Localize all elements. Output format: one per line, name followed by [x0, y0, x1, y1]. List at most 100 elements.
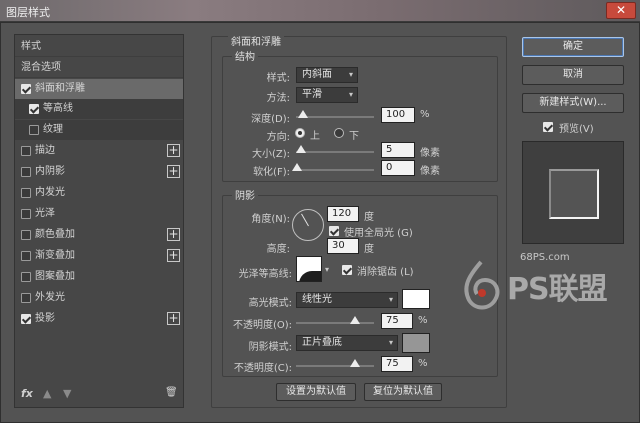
preview-checkbox[interactable] [543, 122, 553, 132]
global-light-checkbox[interactable] [329, 226, 339, 236]
direction-label: 方向: [266, 132, 290, 143]
add-drop-shadow-icon[interactable]: + [167, 312, 180, 325]
bevel-checkbox[interactable] [21, 84, 31, 94]
gradient-overlay-checkbox[interactable] [21, 251, 31, 261]
depth-slider-handle[interactable] [298, 110, 308, 118]
style-item-label: 内发光 [35, 187, 65, 198]
inner-shadow-checkbox[interactable] [21, 167, 31, 177]
style-item-contour[interactable]: 等高线 [15, 99, 183, 119]
satin-checkbox[interactable] [21, 209, 31, 219]
trash-icon[interactable]: 🗑 [165, 387, 178, 398]
cancel-button[interactable]: 取消 [522, 65, 624, 85]
styles-header-label: 样式 [21, 41, 41, 52]
altitude-unit: 度 [364, 244, 374, 255]
add-color-overlay-icon[interactable]: + [167, 228, 180, 241]
add-stroke-icon[interactable]: + [167, 144, 180, 157]
direction-up-radio[interactable] [295, 128, 305, 138]
contour-checkbox[interactable] [29, 104, 39, 114]
style-item-label: 图案叠加 [35, 271, 75, 282]
drop-shadow-checkbox[interactable] [21, 314, 31, 324]
highlight-color-swatch[interactable] [402, 289, 430, 309]
highlight-opacity-input[interactable]: 75 [381, 313, 413, 329]
gloss-contour-dropdown-icon[interactable]: ▾ [325, 265, 329, 274]
blend-options-label: 混合选项 [21, 62, 61, 73]
preview-swatch [549, 169, 599, 219]
style-item-outer-glow[interactable]: 外发光 [15, 288, 183, 308]
soften-slider[interactable] [296, 169, 374, 171]
close-button[interactable]: ✕ [606, 2, 636, 19]
highlight-mode-value: 线性光 [302, 294, 332, 305]
reset-default-button[interactable]: 复位为默认值 [364, 383, 442, 401]
texture-checkbox[interactable] [29, 125, 39, 135]
direction-down-radio[interactable] [334, 128, 344, 138]
altitude-label: 高度: [266, 244, 290, 255]
inner-glow-checkbox[interactable] [21, 188, 31, 198]
style-item-color-overlay[interactable]: 颜色叠加 + [15, 225, 183, 245]
move-down-icon[interactable]: ▼ [63, 387, 71, 400]
gloss-contour-preview[interactable] [296, 256, 322, 282]
soften-input[interactable]: 0 [381, 160, 415, 176]
highlight-mode-select[interactable]: 线性光 ▾ [296, 292, 398, 308]
style-item-stroke[interactable]: 描边 + [15, 141, 183, 161]
style-select[interactable]: 内斜面 ▾ [296, 67, 358, 83]
blend-options-item[interactable]: 混合选项 [15, 58, 183, 78]
styles-header[interactable]: 样式 [15, 37, 183, 57]
style-item-pattern-overlay[interactable]: 图案叠加 [15, 267, 183, 287]
method-value: 平滑 [302, 89, 322, 100]
style-item-drop-shadow[interactable]: 投影 + [15, 309, 183, 329]
shadow-mode-select[interactable]: 正片叠底 ▾ [296, 335, 398, 351]
shadow-opacity-label: 不透明度(C): [233, 363, 292, 374]
method-select[interactable]: 平滑 ▾ [296, 87, 358, 103]
style-item-label: 外发光 [35, 292, 65, 303]
style-preview [522, 141, 624, 244]
highlight-mode-label: 高光模式: [248, 298, 292, 309]
highlight-opacity-slider[interactable] [296, 322, 374, 324]
add-gradient-overlay-icon[interactable]: + [167, 249, 180, 262]
shadow-mode-value: 正片叠底 [302, 337, 342, 348]
shadow-color-swatch[interactable] [402, 333, 430, 353]
style-list: 样式 混合选项 斜面和浮雕 等高线 纹理 描边 + 内阴影 + 内发光 光泽 颜… [14, 34, 184, 408]
size-input[interactable]: 5 [381, 142, 415, 158]
chevron-down-icon: ▾ [348, 90, 353, 99]
style-item-label: 颜色叠加 [35, 229, 75, 240]
style-item-gradient-overlay[interactable]: 渐变叠加 + [15, 246, 183, 266]
soften-label: 软化(F): [253, 167, 290, 178]
size-slider[interactable] [296, 151, 374, 153]
add-inner-shadow-icon[interactable]: + [167, 165, 180, 178]
anti-alias-label: 消除锯齿 (L) [357, 267, 414, 278]
style-item-bevel[interactable]: 斜面和浮雕 [15, 79, 183, 99]
style-item-inner-shadow[interactable]: 内阴影 + [15, 162, 183, 182]
move-up-icon[interactable]: ▲ [43, 387, 51, 400]
new-style-button[interactable]: 新建样式(W)... [522, 93, 624, 113]
style-value: 内斜面 [302, 69, 332, 80]
global-light-label: 使用全局光 (G) [344, 228, 413, 239]
outer-glow-checkbox[interactable] [21, 293, 31, 303]
window-title: 图层样式 [6, 6, 50, 19]
style-item-satin[interactable]: 光泽 [15, 204, 183, 224]
fx-icon[interactable]: fx [21, 387, 33, 400]
make-default-button[interactable]: 设置为默认值 [276, 383, 356, 401]
size-slider-handle[interactable] [296, 145, 306, 153]
angle-dial[interactable] [292, 209, 324, 241]
altitude-input[interactable]: 30 [327, 238, 359, 254]
style-list-toolbar: fx ▲ ▼ 🗑 [15, 381, 183, 407]
style-item-inner-glow[interactable]: 内发光 [15, 183, 183, 203]
shadow-opacity-input[interactable]: 75 [381, 356, 413, 372]
shadow-opacity-slider[interactable] [296, 365, 374, 367]
shadow-opacity-handle[interactable] [350, 359, 360, 367]
title-bar: 图层样式 ✕ [0, 0, 640, 22]
style-item-texture[interactable]: 纹理 [15, 120, 183, 140]
style-item-label: 渐变叠加 [35, 250, 75, 261]
pattern-overlay-checkbox[interactable] [21, 272, 31, 282]
stroke-checkbox[interactable] [21, 146, 31, 156]
anti-alias-checkbox[interactable] [342, 265, 352, 275]
highlight-opacity-handle[interactable] [350, 316, 360, 324]
soften-slider-handle[interactable] [292, 163, 302, 171]
depth-input[interactable]: 100 [381, 107, 415, 123]
angle-label: 角度(N): [251, 214, 290, 225]
angle-input[interactable]: 120 [327, 206, 359, 222]
shading-title: 阴影 [232, 187, 258, 202]
ok-button[interactable]: 确定 [522, 37, 624, 57]
color-overlay-checkbox[interactable] [21, 230, 31, 240]
watermark-site: 68PS.com [520, 252, 570, 263]
